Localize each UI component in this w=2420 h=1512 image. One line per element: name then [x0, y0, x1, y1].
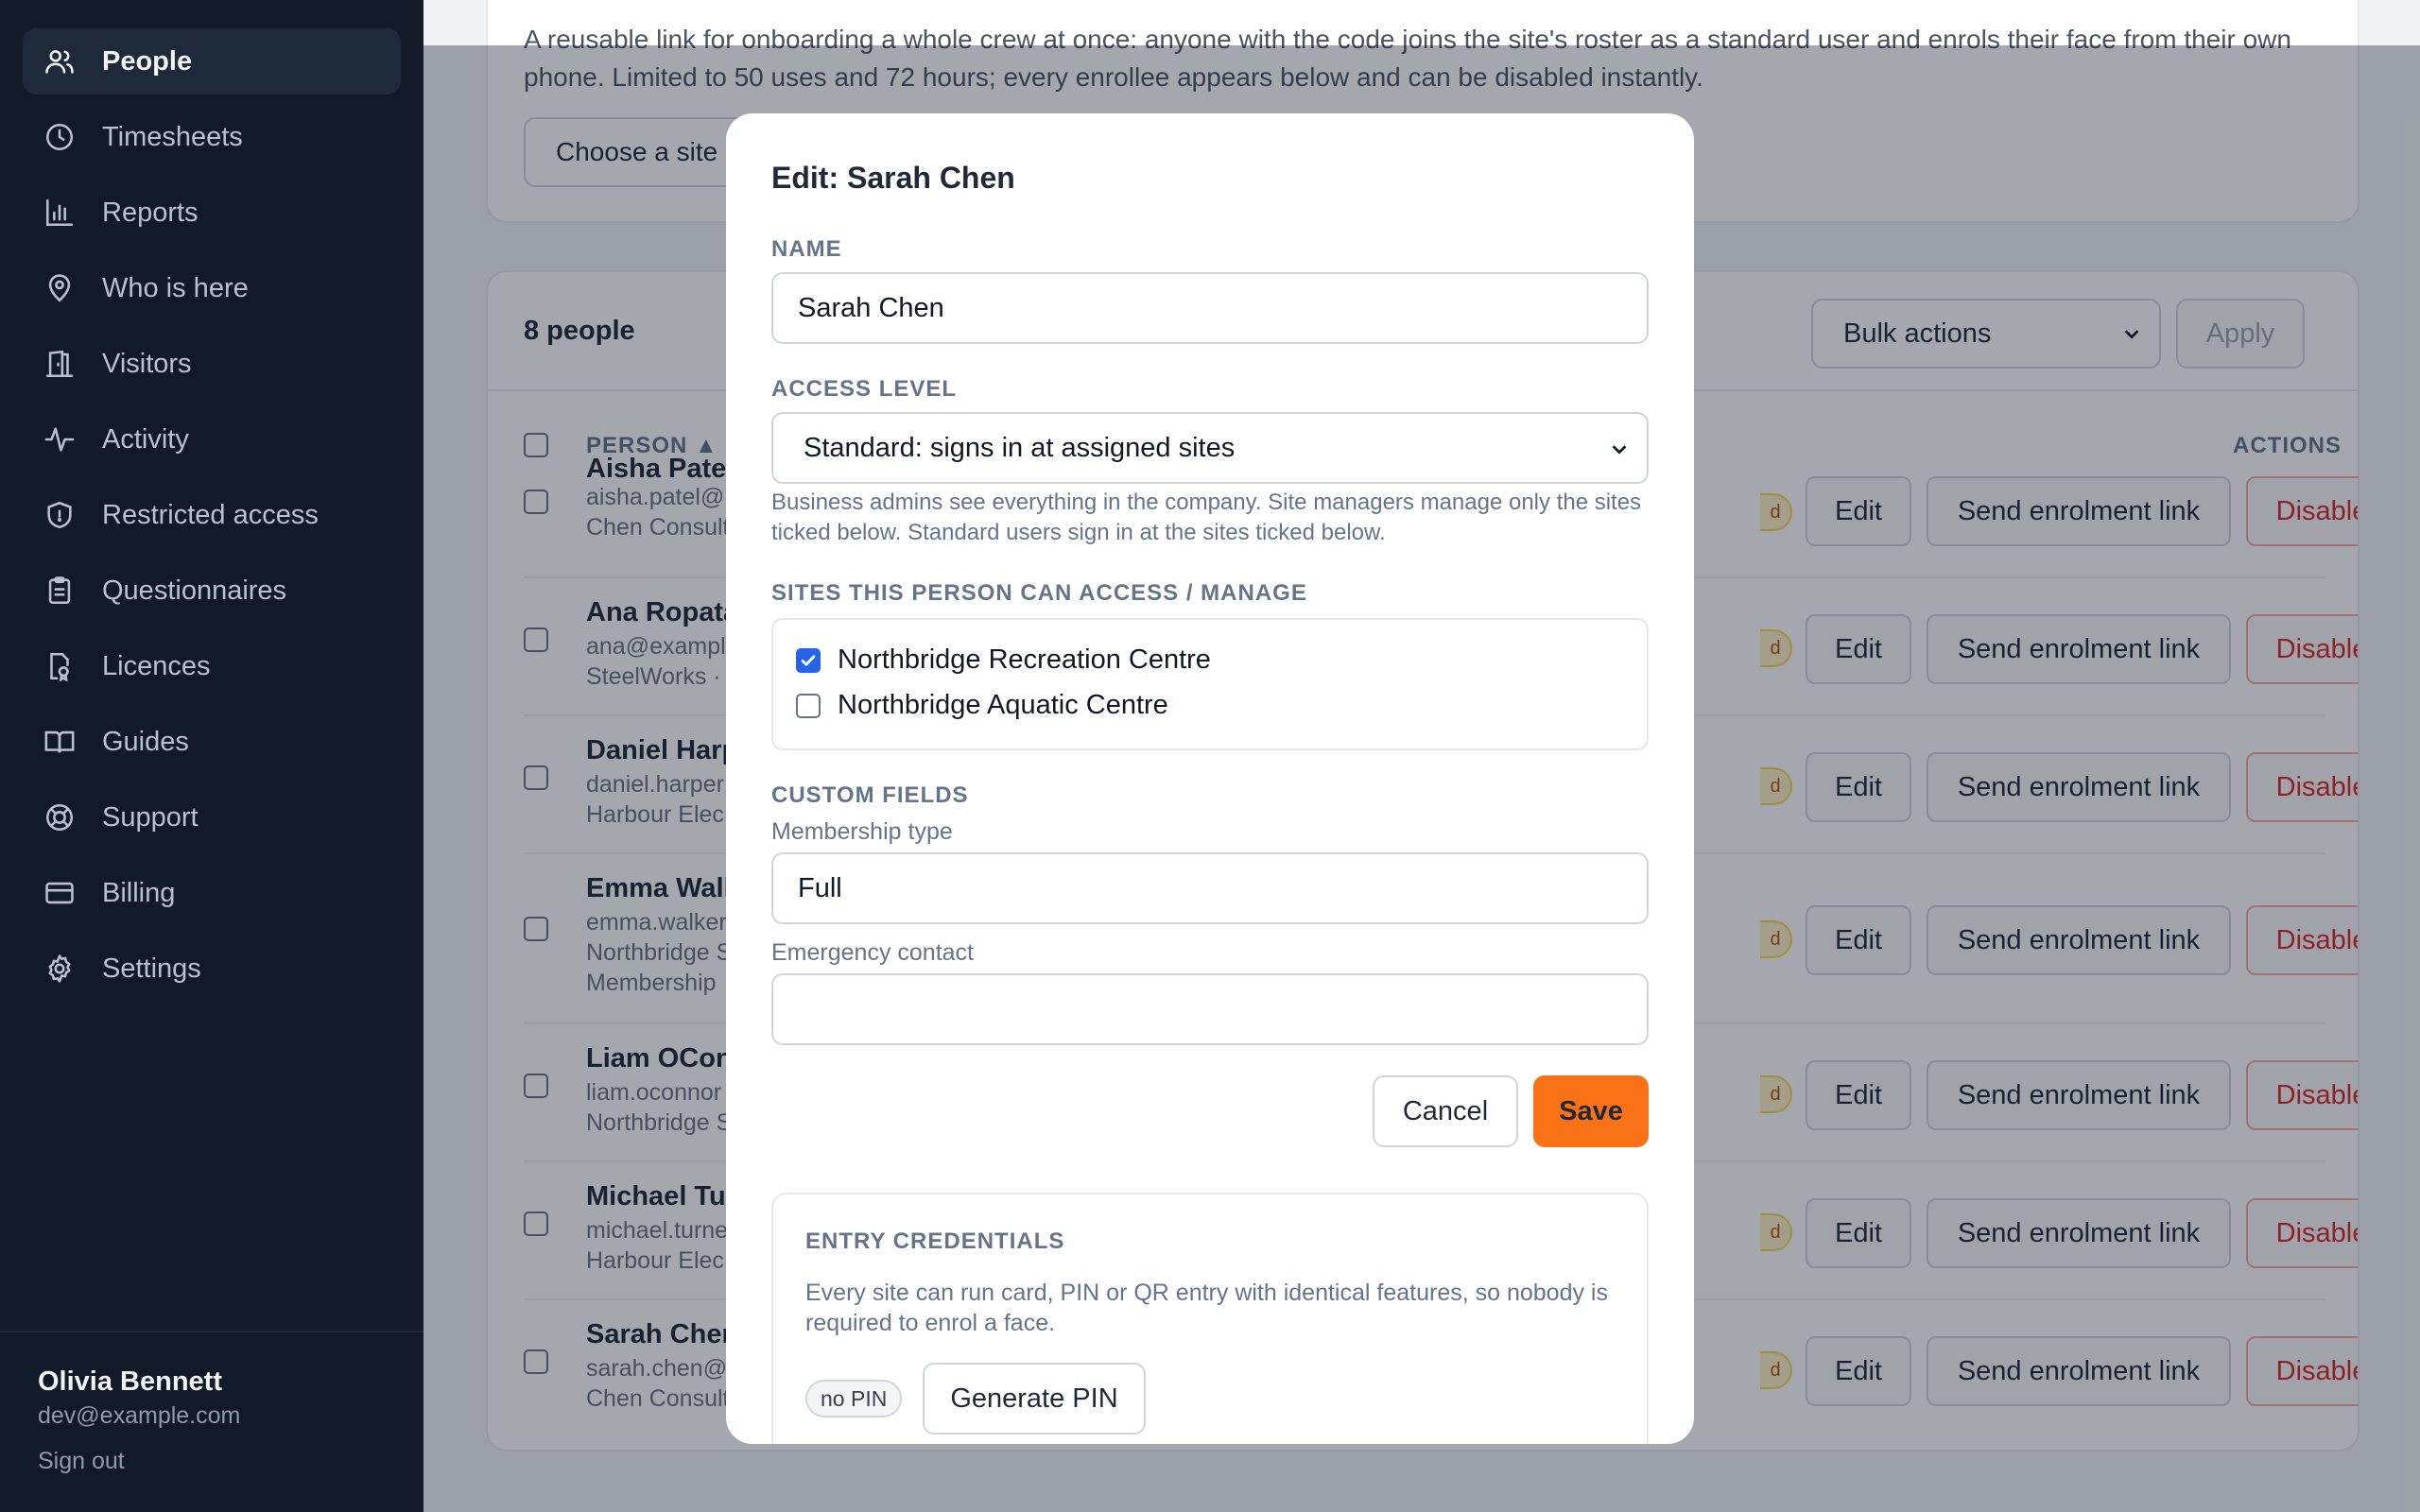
sidebar-item-label: Reports [102, 197, 199, 228]
emergency-contact-label: Emergency contact [771, 939, 974, 966]
sign-out-link[interactable]: Sign out [38, 1448, 125, 1475]
credit-card-icon [45, 882, 74, 904]
entry-credentials-description: Every site can run card, PIN or QR entry… [805, 1280, 1608, 1336]
sidebar-item-label: Questionnaires [102, 575, 287, 606]
check-icon [801, 654, 816, 666]
sidebar: People Timesheets Reports Who is here Vi… [0, 0, 424, 1512]
clipboard-icon [48, 576, 71, 605]
entry-credentials-title: ENTRY CREDENTIALS [805, 1228, 1065, 1254]
name-input[interactable]: Sarah Chen [771, 272, 1649, 344]
user-name: Olivia Bennett [38, 1366, 222, 1397]
shield-icon [47, 501, 72, 529]
name-label: NAME [771, 236, 842, 262]
sidebar-item-label: Activity [102, 423, 189, 455]
site-option-recreation[interactable]: Northbridge Recreation Centre [796, 644, 1211, 676]
site-name: Northbridge Aquatic Centre [838, 690, 1168, 720]
sidebar-item-label: Visitors [102, 348, 192, 379]
sidebar-item-billing[interactable]: Billing [23, 860, 401, 926]
sidebar-item-label: Guides [102, 726, 189, 757]
sidebar-divider [0, 1331, 424, 1332]
entry-credentials-panel: ENTRY CREDENTIALS Every site can run car… [771, 1193, 1649, 1444]
map-pin-icon [48, 274, 71, 302]
access-level-help: Business admins see everything in the co… [771, 490, 1642, 545]
sidebar-item-who-is-here[interactable]: Who is here [23, 255, 401, 321]
modal-title: Edit: Sarah Chen [771, 161, 1015, 195]
sidebar-nav: People Timesheets Reports Who is here Vi… [23, 28, 401, 1011]
membership-type-input[interactable]: Full [771, 852, 1649, 924]
sidebar-item-label: Licences [102, 650, 211, 681]
sidebar-item-label: Settings [102, 953, 201, 984]
access-level-label: ACCESS LEVEL [771, 376, 958, 402]
sidebar-item-label: Timesheets [102, 121, 243, 152]
license-icon [50, 652, 69, 682]
sidebar-item-restricted-access[interactable]: Restricted access [23, 482, 401, 548]
sidebar-item-label: Support [102, 801, 199, 833]
sidebar-item-label: Who is here [102, 272, 249, 303]
door-icon [45, 350, 74, 378]
cancel-button[interactable]: Cancel [1373, 1075, 1518, 1147]
edit-person-modal: Edit: Sarah Chen NAME Sarah Chen ACCESS … [726, 113, 1694, 1444]
sidebar-item-guides[interactable]: Guides [23, 709, 401, 775]
sidebar-item-support[interactable]: Support [23, 784, 401, 850]
pin-status-badge: no PIN [805, 1380, 903, 1418]
membership-type-label: Membership type [771, 818, 953, 845]
sidebar-item-label: People [102, 45, 193, 77]
access-level-value: Standard: signs in at assigned sites [804, 432, 1236, 463]
sidebar-item-reports[interactable]: Reports [23, 180, 401, 246]
sidebar-item-people[interactable]: People [23, 28, 401, 94]
site-checkbox-checked[interactable] [796, 647, 821, 673]
generate-pin-button[interactable]: Generate PIN [923, 1363, 1146, 1435]
sidebar-item-label: Restricted access [102, 499, 319, 530]
save-button[interactable]: Save [1533, 1075, 1649, 1147]
clock-icon [45, 123, 74, 151]
custom-fields-label: CUSTOM FIELDS [771, 782, 969, 808]
sidebar-item-activity[interactable]: Activity [23, 406, 401, 472]
sidebar-item-timesheets[interactable]: Timesheets [23, 104, 401, 170]
activity-icon [44, 427, 75, 452]
emergency-contact-input[interactable] [771, 973, 1649, 1045]
sidebar-item-questionnaires[interactable]: Questionnaires [23, 558, 401, 624]
site-checkbox[interactable] [796, 693, 821, 718]
sidebar-item-licences[interactable]: Licences [23, 633, 401, 699]
access-level-select[interactable]: Standard: signs in at assigned sites [771, 412, 1649, 484]
sites-label: SITES THIS PERSON CAN ACCESS / MANAGE [771, 580, 1307, 606]
users-icon [45, 50, 74, 74]
site-option-aquatic[interactable]: Northbridge Aquatic Centre [796, 690, 1168, 721]
book-icon [44, 730, 75, 753]
sidebar-item-settings[interactable]: Settings [23, 936, 401, 1002]
chevron-down-icon [1612, 445, 1627, 455]
lifebuoy-icon [45, 803, 74, 832]
sidebar-item-visitors[interactable]: Visitors [23, 331, 401, 397]
sites-checklist: Northbridge Recreation Centre Northbridg… [771, 618, 1649, 750]
gear-icon [48, 954, 71, 983]
sidebar-item-label: Billing [102, 877, 176, 908]
bar-chart-icon [45, 198, 74, 227]
user-email: dev@example.com [38, 1402, 241, 1429]
site-name: Northbridge Recreation Centre [838, 644, 1211, 675]
